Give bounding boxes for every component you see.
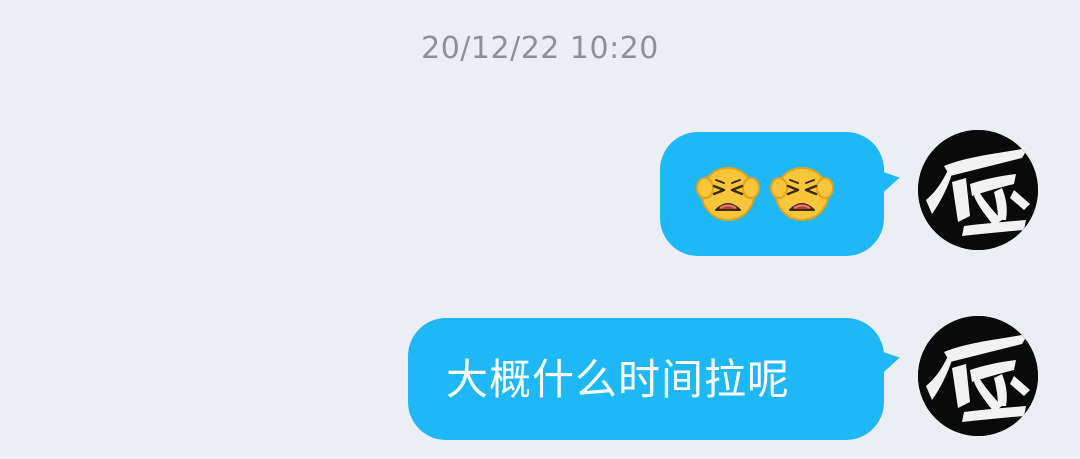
message-timestamp: 20/12/22 10:20 — [421, 31, 659, 66]
calligraphy-avatar-icon — [918, 130, 1038, 250]
distressed-face-emoji — [696, 167, 760, 221]
message-row — [0, 130, 1080, 260]
message-bubble[interactable]: 大概什么时间拉呢 — [408, 318, 884, 440]
message-row: 大概什么时间拉呢 — [0, 316, 1080, 442]
bubble-tail — [873, 343, 903, 377]
message-bubble[interactable] — [660, 132, 884, 256]
emoji-group — [696, 162, 834, 226]
avatar[interactable] — [918, 316, 1038, 436]
distressed-face-emoji — [770, 167, 834, 221]
avatar[interactable] — [918, 130, 1038, 250]
bubble-tail — [873, 163, 903, 197]
message-text: 大概什么时间拉呢 — [446, 355, 791, 404]
calligraphy-avatar-icon — [918, 316, 1038, 436]
